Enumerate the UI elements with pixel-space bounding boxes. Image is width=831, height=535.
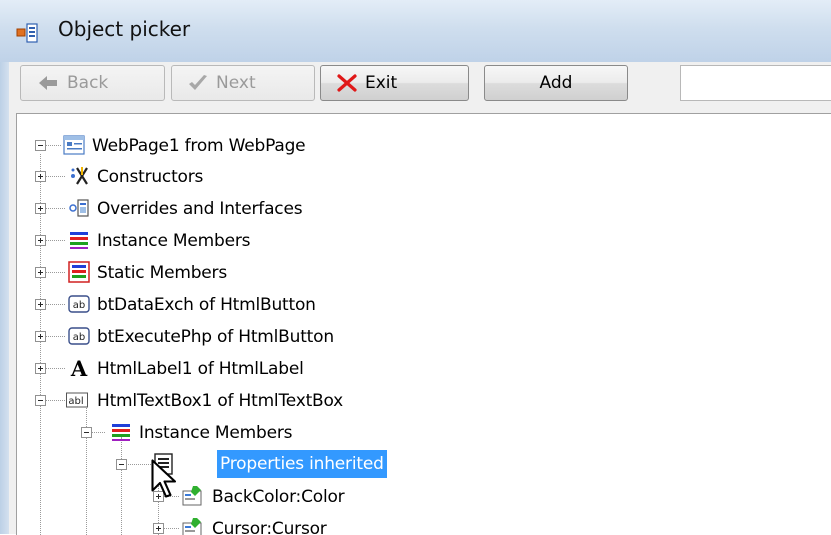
svg-text:A: A <box>70 357 88 379</box>
static-members-expand-toggle[interactable] <box>35 267 46 278</box>
back-arrow-icon <box>39 76 57 90</box>
tree-item-static-members[interactable]: Static Members <box>94 257 230 289</box>
back-label: Back <box>67 73 109 93</box>
close-x-icon <box>337 74 357 92</box>
tree-connector <box>45 240 65 241</box>
overrides-icon <box>69 199 89 217</box>
back-button[interactable]: Back <box>20 65 165 101</box>
tree-connector <box>86 406 87 535</box>
tree-item-root[interactable]: WebPage1 from WebPage <box>89 130 308 162</box>
tree-item-cursor[interactable]: Cursor:Cursor <box>209 513 330 535</box>
tree-connector <box>45 336 65 337</box>
next-label: Next <box>216 73 256 93</box>
properties-inherited-collapse-toggle[interactable] <box>116 459 127 470</box>
tree-item-btexecutephp[interactable]: btExecutePhp of HtmlButton <box>94 321 337 353</box>
exit-label: Exit <box>365 73 398 93</box>
textbox-instance-members-collapse-toggle[interactable] <box>81 427 92 438</box>
htmllabel1-expand-toggle[interactable] <box>35 363 46 374</box>
label-a-icon: A <box>70 357 88 379</box>
tree-connector <box>163 528 179 529</box>
tree-item-htmltextbox1[interactable]: HtmlTextBox1 of HtmlTextBox <box>94 385 346 417</box>
btexecutephp-expand-toggle[interactable] <box>35 331 46 342</box>
object-tree[interactable]: WebPage1 from WebPage Constructors Overr… <box>16 113 831 535</box>
tree-connector <box>45 400 65 401</box>
tree-item-constructors[interactable]: Constructors <box>94 161 206 193</box>
checkmark-icon <box>189 75 207 90</box>
tree-connector <box>45 208 65 209</box>
tree-connector <box>126 464 151 465</box>
tree-item-textbox-instance-members[interactable]: Instance Members <box>136 417 295 449</box>
search-input[interactable] <box>680 65 831 101</box>
textbox-abl-icon: abl <box>66 392 88 408</box>
tree-connector <box>45 145 61 146</box>
root-collapse-toggle[interactable] <box>35 140 46 151</box>
static-members-icon <box>68 261 90 283</box>
tree-item-overrides[interactable]: Overrides and Interfaces <box>94 193 305 225</box>
instance-members-icon <box>70 232 88 249</box>
object-picker-icon <box>16 23 38 43</box>
svg-text:abl: abl <box>68 396 83 407</box>
tree-connector <box>45 368 65 369</box>
btdataexch-expand-toggle[interactable] <box>35 299 46 310</box>
tree-connector <box>45 272 65 273</box>
tree-item-btdataexch[interactable]: btDataExch of HtmlButton <box>94 289 319 321</box>
title-bar: Object picker <box>0 0 831 62</box>
svg-text:ab: ab <box>73 332 85 343</box>
button-ab-icon: ab <box>68 327 90 345</box>
tree-item-backcolor[interactable]: BackColor:Color <box>209 481 347 513</box>
add-label: Add <box>539 73 573 93</box>
svg-text:ab: ab <box>73 300 85 311</box>
webpage-icon <box>63 135 85 155</box>
constructors-expand-toggle[interactable] <box>35 171 46 182</box>
tree-item-instance-members[interactable]: Instance Members <box>94 225 253 257</box>
button-ab-icon: ab <box>68 295 90 313</box>
tree-item-properties-inherited[interactable]: Properties inherited <box>217 450 387 478</box>
overrides-expand-toggle[interactable] <box>35 203 46 214</box>
window-border <box>0 62 9 534</box>
instance-members-expand-toggle[interactable] <box>35 235 46 246</box>
window-title: Object picker <box>58 17 191 41</box>
constructors-icon <box>71 167 88 185</box>
instance-members-icon <box>112 424 130 441</box>
tree-item-htmllabel1[interactable]: HtmlLabel1 of HtmlLabel <box>94 353 307 385</box>
htmltextbox1-collapse-toggle[interactable] <box>35 395 46 406</box>
next-button[interactable]: Next <box>171 65 315 101</box>
tree-connector <box>45 304 65 305</box>
add-button[interactable]: Add <box>484 65 628 101</box>
tree-connector <box>45 176 65 177</box>
cursor-expand-toggle[interactable] <box>153 523 164 534</box>
property-icon <box>182 518 202 535</box>
tree-connector <box>121 437 122 535</box>
mouse-cursor-icon <box>151 459 177 498</box>
property-icon <box>182 486 202 506</box>
exit-button[interactable]: Exit <box>320 65 469 101</box>
tree-connector <box>91 432 105 433</box>
